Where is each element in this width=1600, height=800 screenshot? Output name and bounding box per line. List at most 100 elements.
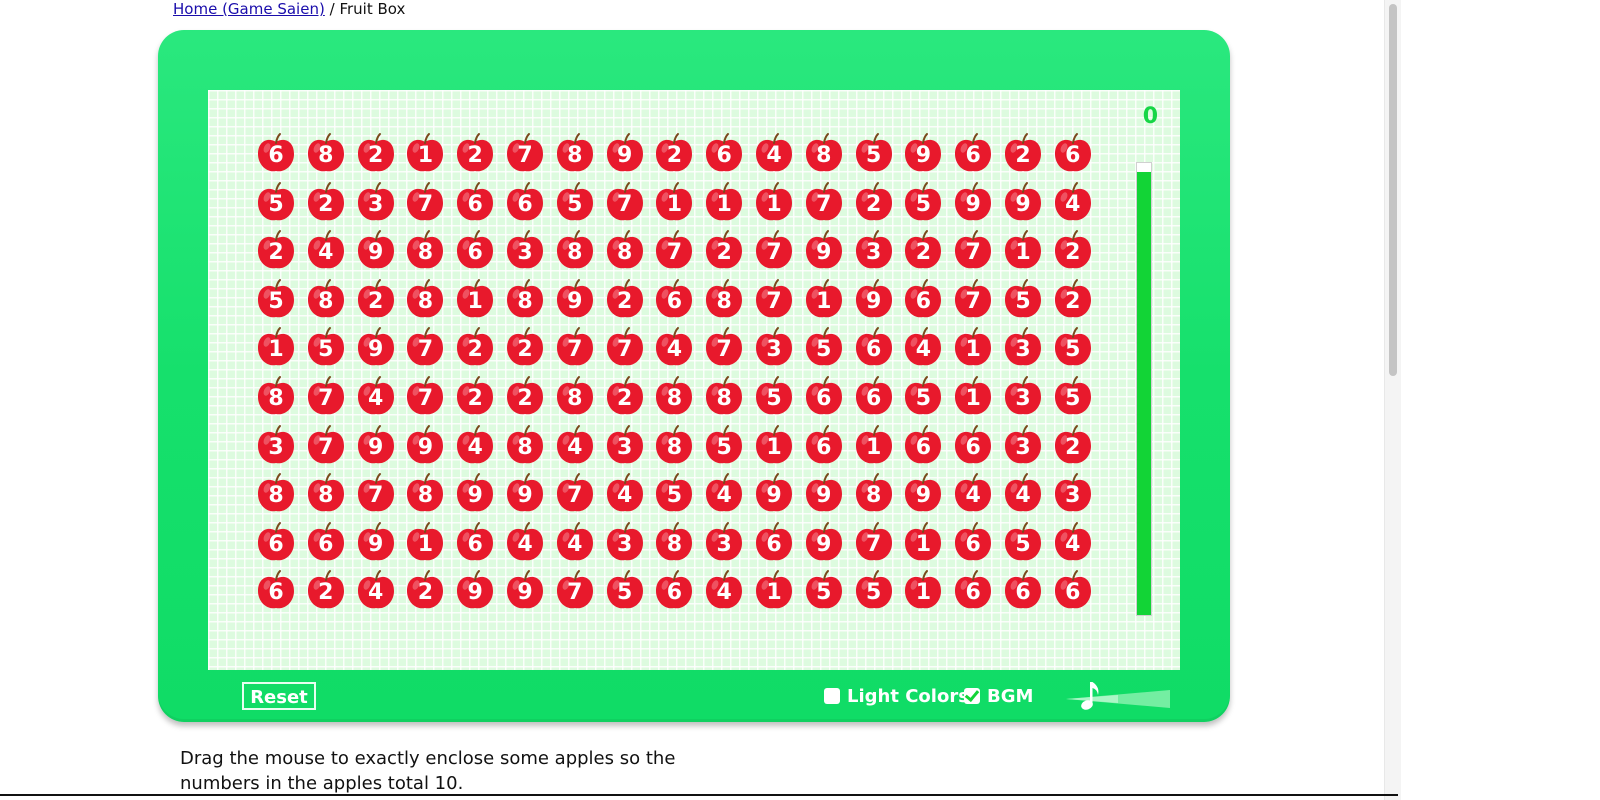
apple[interactable]: 4: [555, 521, 595, 563]
apple[interactable]: 5: [854, 132, 894, 174]
apple[interactable]: 1: [405, 132, 445, 174]
apple[interactable]: 9: [754, 472, 794, 514]
apple[interactable]: 8: [505, 424, 545, 466]
apple[interactable]: 4: [903, 326, 943, 368]
apple[interactable]: 3: [256, 424, 296, 466]
apple[interactable]: 2: [505, 375, 545, 417]
apple[interactable]: 3: [356, 181, 396, 223]
apple[interactable]: 8: [654, 424, 694, 466]
apple[interactable]: 5: [256, 181, 296, 223]
apple[interactable]: 3: [1003, 375, 1043, 417]
apple[interactable]: 9: [356, 424, 396, 466]
apple[interactable]: 8: [854, 472, 894, 514]
apple[interactable]: 5: [1053, 326, 1093, 368]
apple[interactable]: 8: [256, 375, 296, 417]
apple[interactable]: 2: [704, 229, 744, 271]
apple[interactable]: 8: [405, 278, 445, 320]
apple[interactable]: 7: [754, 278, 794, 320]
apple[interactable]: 4: [1053, 181, 1093, 223]
apple[interactable]: 1: [953, 326, 993, 368]
apple[interactable]: 9: [854, 278, 894, 320]
apple[interactable]: 9: [804, 229, 844, 271]
apple[interactable]: 1: [903, 569, 943, 611]
apple[interactable]: 5: [903, 181, 943, 223]
apple[interactable]: 4: [306, 229, 346, 271]
apple[interactable]: 8: [555, 132, 595, 174]
apple[interactable]: 1: [754, 569, 794, 611]
apple[interactable]: 3: [1053, 472, 1093, 514]
apple[interactable]: 7: [605, 181, 645, 223]
apple[interactable]: 8: [704, 375, 744, 417]
apple[interactable]: 2: [505, 326, 545, 368]
apple[interactable]: 1: [953, 375, 993, 417]
apple[interactable]: 6: [953, 132, 993, 174]
light-colors-checkbox[interactable]: [824, 688, 840, 704]
apple[interactable]: 9: [455, 569, 495, 611]
apple[interactable]: 9: [555, 278, 595, 320]
apple[interactable]: 4: [555, 424, 595, 466]
apple[interactable]: 6: [804, 375, 844, 417]
apple[interactable]: 5: [306, 326, 346, 368]
apple[interactable]: 9: [953, 181, 993, 223]
apple[interactable]: 2: [1003, 132, 1043, 174]
apple[interactable]: 1: [854, 424, 894, 466]
apple[interactable]: 7: [704, 326, 744, 368]
apple[interactable]: 8: [405, 229, 445, 271]
apple[interactable]: 2: [854, 181, 894, 223]
apple[interactable]: 6: [953, 424, 993, 466]
apple[interactable]: 2: [605, 278, 645, 320]
apple[interactable]: 4: [1053, 521, 1093, 563]
apple[interactable]: 1: [256, 326, 296, 368]
apple[interactable]: 6: [953, 521, 993, 563]
apple[interactable]: 6: [804, 424, 844, 466]
apple[interactable]: 3: [754, 326, 794, 368]
apple[interactable]: 2: [356, 278, 396, 320]
apple[interactable]: 3: [854, 229, 894, 271]
apple[interactable]: 5: [804, 569, 844, 611]
apple[interactable]: 8: [306, 472, 346, 514]
apple[interactable]: 4: [754, 132, 794, 174]
apple[interactable]: 4: [505, 521, 545, 563]
apple[interactable]: 6: [903, 278, 943, 320]
apple[interactable]: 2: [1053, 278, 1093, 320]
apple[interactable]: 1: [754, 424, 794, 466]
apple[interactable]: 9: [356, 521, 396, 563]
apple[interactable]: 7: [605, 326, 645, 368]
apple[interactable]: 6: [455, 181, 495, 223]
apple[interactable]: 8: [256, 472, 296, 514]
apple[interactable]: 6: [854, 326, 894, 368]
apple[interactable]: 8: [605, 229, 645, 271]
apple[interactable]: 8: [654, 521, 694, 563]
apple[interactable]: 9: [903, 132, 943, 174]
apple[interactable]: 6: [1003, 569, 1043, 611]
apple[interactable]: 3: [605, 424, 645, 466]
apple[interactable]: 3: [704, 521, 744, 563]
apple[interactable]: 6: [953, 569, 993, 611]
apple[interactable]: 1: [903, 521, 943, 563]
apple-board[interactable]: 0 6 8 2 1 2 7 8 9 2 6 4 8 5 9 6 2 6 5 2 3 7 6 6 5 7 1 1 1 7 2 5 9 9 4 2 4 9 8…: [208, 90, 1180, 670]
apple[interactable]: 9: [505, 472, 545, 514]
apple[interactable]: 2: [356, 132, 396, 174]
apple[interactable]: 5: [704, 424, 744, 466]
bgm-option[interactable]: BGM: [964, 686, 1033, 708]
apple[interactable]: 8: [804, 132, 844, 174]
apple[interactable]: 2: [903, 229, 943, 271]
apple[interactable]: 4: [455, 424, 495, 466]
reset-button[interactable]: Reset: [242, 682, 316, 710]
apple[interactable]: 5: [754, 375, 794, 417]
apple[interactable]: 2: [1053, 229, 1093, 271]
apple[interactable]: 4: [953, 472, 993, 514]
apple[interactable]: 2: [1053, 424, 1093, 466]
apple[interactable]: 7: [555, 326, 595, 368]
apple[interactable]: 5: [605, 569, 645, 611]
apple[interactable]: 9: [1003, 181, 1043, 223]
apple[interactable]: 9: [505, 569, 545, 611]
apple[interactable]: 7: [505, 132, 545, 174]
apple[interactable]: 7: [555, 472, 595, 514]
apple[interactable]: 6: [455, 229, 495, 271]
apple[interactable]: 8: [306, 132, 346, 174]
home-link[interactable]: Home (Game Saien): [173, 0, 325, 18]
apple[interactable]: 6: [455, 521, 495, 563]
apple[interactable]: 2: [455, 326, 495, 368]
apple[interactable]: 8: [654, 375, 694, 417]
